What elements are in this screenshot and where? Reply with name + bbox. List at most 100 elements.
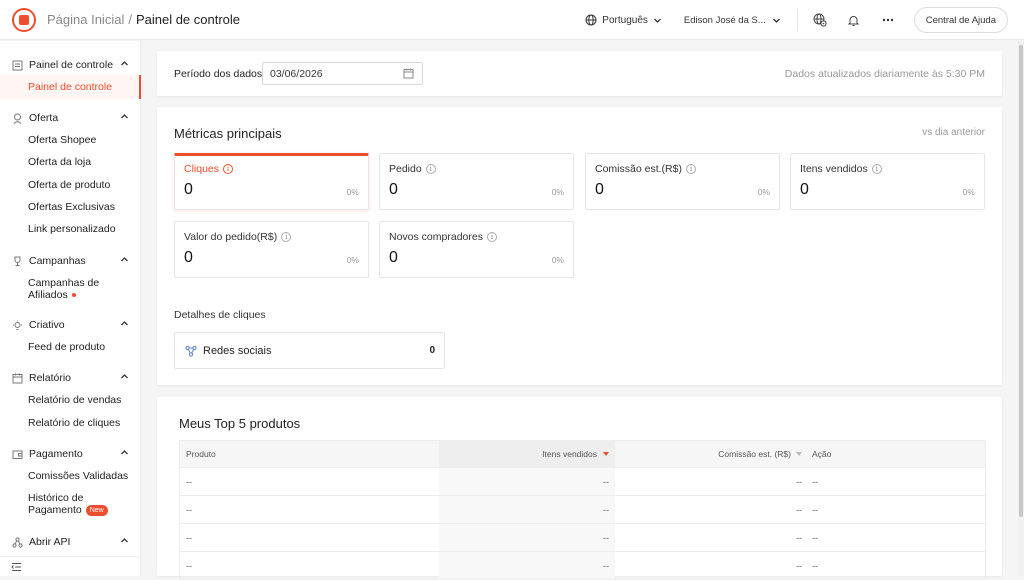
metric-card-orders[interactable]: Pedido i 0 0% bbox=[379, 153, 574, 210]
globe-icon bbox=[585, 14, 597, 26]
sidebar-item-shop-offer[interactable]: Oferta da loja bbox=[28, 156, 91, 168]
table-cell: -- bbox=[439, 524, 615, 551]
table-cell: -- bbox=[812, 560, 818, 571]
sidebar-group-campaigns[interactable]: Campanhas bbox=[0, 250, 141, 272]
new-badge: New bbox=[85, 504, 108, 516]
sidebar-group-dashboard[interactable]: Painel de controle bbox=[0, 54, 141, 76]
column-header-product: Produto bbox=[186, 449, 216, 459]
top-products-title: Meus Top 5 produtos bbox=[179, 416, 301, 431]
metric-card-new-buyers[interactable]: Novos compradores i 0 0% bbox=[379, 221, 574, 278]
info-icon[interactable]: i bbox=[425, 164, 436, 174]
social-networks-label: Redes sociais bbox=[203, 344, 272, 357]
globe-settings-icon[interactable] bbox=[812, 12, 828, 28]
sidebar-group-label: Criativo bbox=[29, 319, 65, 331]
chevron-up-icon bbox=[121, 61, 128, 66]
metric-card-order-value[interactable]: Valor do pedido(R$) i 0 0% bbox=[174, 221, 369, 278]
metric-card-clicks[interactable]: Cliques i 0 0% bbox=[174, 153, 369, 210]
table-row: -- -- -- -- bbox=[179, 524, 986, 552]
sidebar-item-product-offer[interactable]: Oferta de produto bbox=[28, 179, 110, 191]
metric-value: 0 bbox=[800, 181, 809, 198]
sidebar-item-product-feed[interactable]: Feed de produto bbox=[28, 341, 105, 353]
info-icon[interactable]: i bbox=[486, 232, 497, 242]
chevron-up-icon bbox=[121, 538, 128, 543]
user-menu[interactable]: Edison José da S... bbox=[684, 15, 781, 26]
table-row: -- -- -- -- bbox=[179, 468, 986, 496]
table-cell: -- bbox=[796, 504, 802, 515]
metric-value: 0 bbox=[595, 181, 604, 198]
click-details-label: Detalhes de cliques bbox=[174, 309, 266, 321]
table-header: Produto Itens vendidos Comissão est. (R$… bbox=[179, 440, 986, 468]
sidebar-item-shopee-offer[interactable]: Oferta Shopee bbox=[28, 134, 96, 146]
wallet-icon bbox=[11, 448, 23, 460]
table-cell: -- bbox=[186, 532, 192, 543]
shopee-logo-icon[interactable] bbox=[12, 7, 36, 32]
more-options-icon[interactable] bbox=[880, 12, 896, 28]
table-cell: -- bbox=[186, 476, 192, 487]
chevron-up-icon bbox=[121, 374, 128, 379]
sidebar-item-label: Afiliados bbox=[28, 289, 68, 301]
metric-card-commission[interactable]: Comissão est.(R$) i 0 0% bbox=[585, 153, 780, 210]
breadcrumb-separator: / bbox=[128, 12, 132, 27]
sidebar-group-report[interactable]: Relatório bbox=[0, 367, 141, 389]
sidebar-group-creative[interactable]: Criativo bbox=[0, 314, 141, 336]
sidebar-item-label: Campanhas de bbox=[28, 277, 100, 289]
info-icon[interactable]: i bbox=[685, 164, 696, 174]
sidebar-group-open-api[interactable]: Abrir API bbox=[0, 531, 141, 553]
top-products-card: Meus Top 5 produtos Produto Itens vendid… bbox=[157, 397, 1002, 580]
sidebar-group-offer[interactable]: Oferta bbox=[0, 107, 141, 129]
sidebar-group-label: Campanhas bbox=[29, 255, 86, 267]
table-cell: -- bbox=[796, 532, 802, 543]
metric-percent: 0% bbox=[551, 255, 564, 265]
sidebar-item-validated-commissions[interactable]: Comissões Validadas bbox=[28, 470, 128, 482]
metric-label: Valor do pedido(R$) bbox=[184, 231, 278, 243]
period-card: Período dos dados 03/06/2026 Dados atual… bbox=[157, 51, 1002, 96]
chevron-up-icon bbox=[121, 321, 128, 326]
sidebar: Painel de controle Painel de controle Of… bbox=[0, 41, 141, 576]
calendar-icon bbox=[11, 372, 23, 384]
top-bar: Página Inicial / Painel de controle Port… bbox=[0, 0, 1024, 40]
sidebar-item-exclusive-offers[interactable]: Ofertas Exclusivas bbox=[28, 201, 115, 213]
table-cell: -- bbox=[186, 504, 192, 515]
breadcrumb-home-link[interactable]: Página Inicial bbox=[47, 12, 124, 27]
sort-desc-icon bbox=[603, 452, 609, 456]
help-center-button[interactable]: Central de Ajuda bbox=[913, 7, 1008, 33]
table-cell: -- bbox=[186, 560, 192, 571]
info-icon[interactable]: i bbox=[223, 164, 234, 174]
metric-percent: 0% bbox=[551, 187, 564, 197]
column-header-items-sold[interactable]: Itens vendidos bbox=[439, 440, 615, 468]
metric-value: 0 bbox=[184, 249, 193, 266]
table-cell: -- bbox=[812, 532, 818, 543]
table-row: -- -- -- -- bbox=[179, 496, 986, 524]
sidebar-item-dashboard[interactable]: Painel de controle bbox=[28, 81, 112, 93]
table-cell: -- bbox=[439, 552, 615, 579]
social-networks-card[interactable]: Redes sociais 0 bbox=[174, 332, 445, 369]
page-scrollbar-thumb[interactable] bbox=[1019, 45, 1023, 517]
chevron-up-icon bbox=[121, 450, 128, 455]
date-picker-input[interactable]: 03/06/2026 bbox=[262, 62, 423, 85]
sidebar-group-label: Abrir API bbox=[29, 536, 71, 548]
sidebar-collapse-bar bbox=[0, 556, 141, 576]
sidebar-group-payment[interactable]: Pagamento bbox=[0, 443, 141, 465]
collapse-menu-icon[interactable] bbox=[11, 562, 22, 572]
language-selector[interactable]: Português bbox=[585, 14, 662, 26]
metric-percent: 0% bbox=[962, 187, 975, 197]
sidebar-item-custom-link[interactable]: Link personalizado bbox=[28, 223, 116, 235]
sidebar-item-affiliate-campaigns[interactable]: Campanhas de Afiliados bbox=[28, 277, 99, 301]
bell-icon[interactable] bbox=[846, 12, 862, 28]
sidebar-item-label: Pagamento bbox=[28, 504, 82, 516]
info-icon[interactable]: i bbox=[871, 164, 882, 174]
sidebar-item-clicks-report[interactable]: Relatório de cliques bbox=[28, 417, 120, 429]
metric-label: Pedido bbox=[389, 163, 422, 175]
metric-label: Novos compradores bbox=[389, 231, 483, 243]
sidebar-item-sales-report[interactable]: Relatório de vendas bbox=[28, 394, 121, 406]
column-header-commission[interactable]: Comissão est. (R$) bbox=[615, 449, 808, 459]
sort-icon bbox=[796, 452, 802, 456]
metric-percent: 0% bbox=[346, 255, 359, 265]
metric-label: Comissão est.(R$) bbox=[595, 163, 682, 175]
sidebar-item-payment-history[interactable]: Histórico de Pagamento New bbox=[28, 492, 108, 516]
metric-card-items-sold[interactable]: Itens vendidos i 0 0% bbox=[790, 153, 985, 210]
table-cell: -- bbox=[812, 476, 818, 487]
metric-value: 0 bbox=[389, 249, 398, 266]
offer-icon bbox=[11, 112, 23, 124]
info-icon[interactable]: i bbox=[281, 232, 292, 242]
